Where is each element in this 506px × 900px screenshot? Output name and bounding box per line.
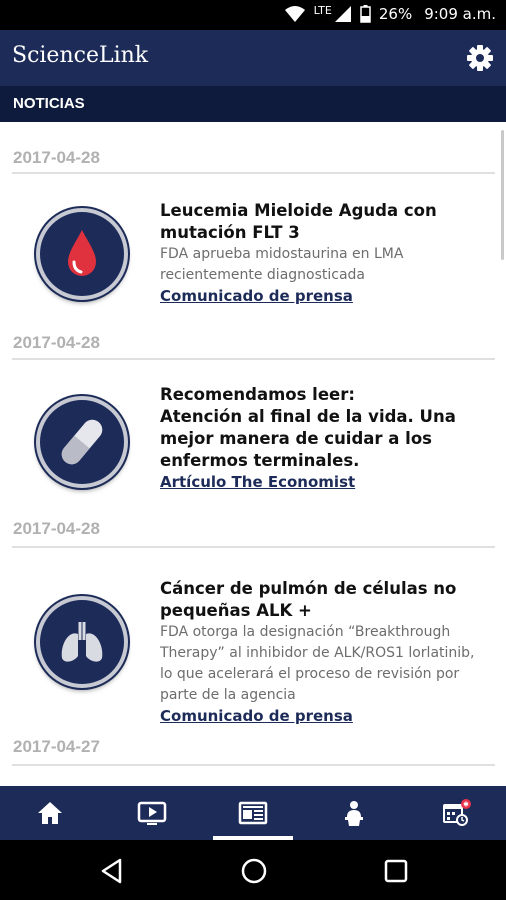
- section-bar: NOTICIAS: [0, 86, 506, 122]
- system-nav-bar: [0, 840, 506, 900]
- status-icons: LTE 26% 9:09 a.m.: [284, 3, 496, 23]
- recents-icon[interactable]: [382, 857, 410, 885]
- nav-calendar[interactable]: [416, 786, 496, 840]
- news-title: Leucemia Mieloide Aguda con mutación FLT…: [160, 201, 437, 242]
- nav-news[interactable]: [213, 786, 293, 840]
- wifi-icon: [284, 6, 305, 22]
- news-list[interactable]: 2017-04-28 Leucemia Mieloide Aguda con m…: [0, 122, 506, 786]
- news-title: Recomendamos leer: Atención al final de …: [160, 385, 456, 470]
- battery-icon: [360, 5, 371, 23]
- news-item[interactable]: Cáncer de pulmón de células no pequeñas …: [160, 578, 490, 727]
- news-description: FDA aprueba midostaurina en LMA reciente…: [160, 246, 404, 283]
- news-link[interactable]: Artículo The Economist: [160, 472, 355, 493]
- news-link[interactable]: Comunicado de prensa: [160, 286, 353, 307]
- news-description: FDA otorga la designación “Breakthrough …: [160, 624, 475, 703]
- speaker-icon: [345, 801, 363, 826]
- section-title: NOTICIAS: [13, 95, 85, 112]
- network-label: LTE: [313, 3, 332, 17]
- news-date: 2017-04-28: [13, 519, 100, 538]
- news-item[interactable]: Recomendamos leer: Atención al final de …: [160, 384, 490, 493]
- pill-icon: [61, 419, 103, 465]
- app-bar: ScienceLink: [0, 30, 506, 86]
- news-link[interactable]: Comunicado de prensa: [160, 706, 353, 727]
- gear-icon[interactable]: [466, 44, 494, 72]
- news-item-icon: [36, 396, 128, 488]
- battery-label: 26%: [378, 5, 413, 23]
- news-title: Cáncer de pulmón de células no pequeñas …: [160, 579, 457, 620]
- news-date: 2017-04-28: [13, 148, 100, 167]
- home-icon: [38, 802, 62, 824]
- nav-home[interactable]: [10, 786, 90, 840]
- clock: 9:09 a.m.: [424, 5, 496, 23]
- lungs-icon: [61, 622, 103, 662]
- news-item-icon: [36, 596, 128, 688]
- back-icon[interactable]: [98, 857, 126, 885]
- blood-drop-icon: [68, 230, 96, 276]
- video-icon: [137, 801, 167, 825]
- divider: [12, 764, 495, 766]
- news-date: 2017-04-28: [13, 333, 100, 352]
- status-bar: LTE 26% 9:09 a.m.: [0, 0, 506, 30]
- calendar-icon: [443, 799, 471, 826]
- nav-speaker[interactable]: [314, 786, 394, 840]
- divider: [12, 546, 495, 548]
- signal-icon: [334, 6, 351, 22]
- news-item-icon: [36, 208, 128, 300]
- home-circle-icon[interactable]: [240, 857, 268, 885]
- news-icon: [238, 801, 268, 825]
- nav-video[interactable]: [112, 786, 192, 840]
- app-title: ScienceLink: [12, 43, 149, 68]
- divider: [12, 358, 495, 360]
- news-date: 2017-04-27: [13, 737, 100, 756]
- news-item[interactable]: Leucemia Mieloide Aguda con mutación FLT…: [160, 200, 490, 307]
- bottom-nav: [0, 786, 506, 840]
- divider: [12, 172, 495, 174]
- scrollbar[interactable]: [501, 130, 504, 260]
